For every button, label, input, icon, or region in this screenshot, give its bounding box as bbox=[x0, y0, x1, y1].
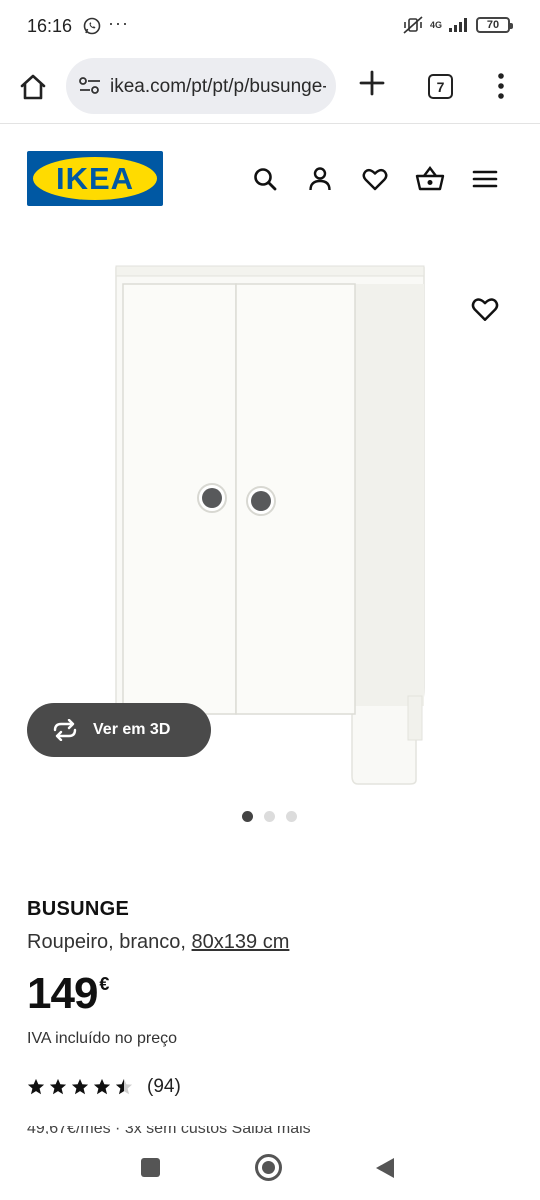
gallery-dot[interactable] bbox=[286, 811, 297, 822]
gallery-pagination bbox=[242, 811, 297, 822]
site-settings-icon[interactable] bbox=[78, 76, 102, 101]
address-bar[interactable]: ikea.com/pt/pt/p/busunge-roupeiro bbox=[66, 58, 336, 114]
home-icon[interactable] bbox=[16, 70, 50, 104]
status-indicators: 4G 70 bbox=[402, 15, 513, 35]
gallery-dot[interactable] bbox=[264, 811, 275, 822]
rotate-3d-icon bbox=[53, 719, 77, 741]
ikea-logo[interactable]: IKEA bbox=[27, 151, 163, 206]
product-type: Roupeiro, branco, bbox=[27, 931, 186, 953]
rating-stars bbox=[27, 1078, 133, 1096]
search-icon[interactable] bbox=[251, 165, 279, 193]
basket-icon[interactable] bbox=[415, 165, 445, 193]
add-to-favourites-icon[interactable] bbox=[470, 294, 500, 324]
view-in-3d-label: Ver em 3D bbox=[93, 721, 171, 738]
star-full-icon bbox=[93, 1078, 111, 1095]
status-bar: 16:16 ··· 4G 70 bbox=[0, 0, 540, 54]
star-half-icon bbox=[115, 1078, 133, 1095]
signal-icon bbox=[449, 18, 467, 32]
whatsapp-icon bbox=[83, 17, 101, 40]
price-currency: € bbox=[99, 974, 110, 994]
recent-apps-icon[interactable] bbox=[141, 1158, 160, 1177]
product-name: BUSUNGE bbox=[27, 898, 130, 920]
product-measure-link[interactable]: 80x139 cm bbox=[192, 931, 290, 953]
status-time: 16:16 bbox=[27, 16, 73, 36]
finance-note: 49,67€/mês · 3x sem custos Saiba mais bbox=[27, 1126, 527, 1134]
star-full-icon bbox=[49, 1078, 67, 1095]
product-price: 149 € bbox=[27, 968, 109, 1020]
mute-vibrate-icon bbox=[403, 16, 423, 34]
product-rating[interactable]: (94) bbox=[27, 1074, 181, 1100]
view-in-3d-button[interactable]: Ver em 3D bbox=[27, 703, 211, 757]
back-icon[interactable] bbox=[374, 1156, 396, 1185]
finance-note-text[interactable]: 49,67€/mês · 3x sem custos Saiba mais bbox=[27, 1126, 527, 1134]
battery-icon: 70 bbox=[476, 17, 513, 33]
heart-icon[interactable] bbox=[361, 165, 389, 193]
network-type: 4G bbox=[429, 19, 442, 30]
review-count[interactable]: (94) bbox=[147, 1076, 181, 1098]
browser-toolbar: ikea.com/pt/pt/p/busunge-roupeiro 7 bbox=[0, 54, 540, 124]
product-gallery[interactable]: Ver em 3D bbox=[0, 236, 540, 796]
new-tab-icon[interactable] bbox=[357, 68, 387, 103]
logo-text: IKEA bbox=[55, 161, 135, 196]
notification-more-icon: ··· bbox=[108, 13, 129, 33]
price-amount: 149 bbox=[27, 969, 98, 1018]
tab-switcher-button[interactable]: 7 bbox=[428, 74, 453, 99]
home-button-icon[interactable] bbox=[255, 1154, 282, 1181]
star-full-icon bbox=[71, 1078, 89, 1095]
url-text[interactable]: ikea.com/pt/pt/p/busunge-roupeiro bbox=[110, 76, 326, 98]
gallery-dot[interactable] bbox=[242, 811, 253, 822]
system-nav-bar bbox=[0, 1136, 540, 1200]
vat-note: IVA incluído no preço bbox=[27, 1030, 178, 1047]
browser-menu-icon[interactable] bbox=[497, 72, 505, 105]
product-description: Roupeiro, branco, 80x139 cm bbox=[27, 931, 289, 954]
account-icon[interactable] bbox=[306, 165, 334, 193]
hamburger-menu-icon[interactable] bbox=[471, 165, 499, 193]
star-full-icon bbox=[27, 1078, 45, 1095]
site-header: IKEA bbox=[0, 125, 540, 235]
